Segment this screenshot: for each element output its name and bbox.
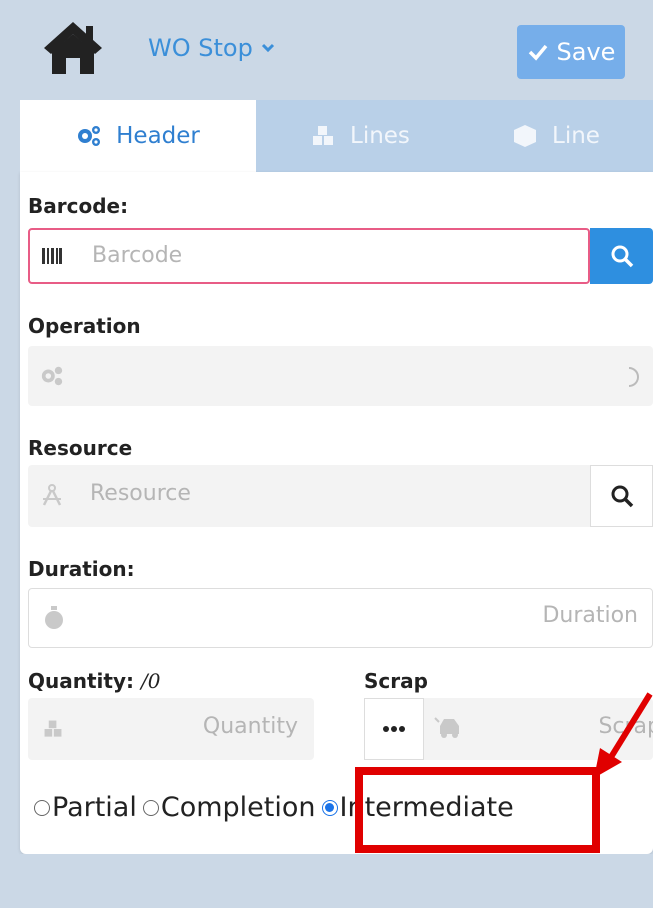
search-icon [611,245,633,268]
quantity-label-text: Quantity: [28,669,134,693]
tab-header[interactable]: Header [20,100,256,172]
radio-button-completion[interactable] [142,799,159,816]
save-button[interactable]: Save [517,25,625,79]
quantity-total: /0 [140,669,161,693]
radio-button-intermediate[interactable] [321,799,338,816]
scrap-label: Scrap [364,669,428,693]
car-crash-icon [434,717,459,738]
duration-placeholder: Duration [542,603,638,628]
tab-header-label: Header [116,123,200,149]
radio-button-partial[interactable] [34,799,50,816]
duration-input[interactable]: Duration [28,588,653,648]
home-icon[interactable] [42,20,104,74]
resource-placeholder: Resource [90,481,191,506]
barcode-search-button[interactable] [590,228,653,284]
loading-spinner-icon [628,367,639,387]
annotation-highlight-box [355,767,600,853]
barcode-label: Barcode: [28,194,129,218]
cube-icon [514,125,536,147]
scrap-options-button[interactable] [364,698,424,760]
tab-lines-label: Lines [350,123,410,149]
chevron-down-icon [261,43,274,53]
check-icon [528,44,547,61]
quantity-input[interactable]: Quantity [28,698,314,760]
quantity-label: Quantity: /0 [28,669,160,693]
resource-search-button[interactable] [590,465,653,527]
radio-completion-label: Completion [160,792,316,823]
page-title-dropdown[interactable]: WO Stop [148,34,275,62]
search-icon [611,485,633,508]
resource-input[interactable]: Resource [28,465,590,527]
cubes-icon [44,720,62,737]
radio-partial[interactable]: Partial [34,792,137,823]
radio-completion[interactable]: Completion [142,792,316,823]
radio-partial-label: Partial [52,792,137,823]
form-panel: Barcode: Barcode Operation Resource Reso… [20,172,653,854]
tab-lines[interactable]: Lines [310,100,410,172]
page-title: WO Stop [148,34,253,62]
stopwatch-icon [45,606,63,629]
annotation-arrow-icon [594,692,653,778]
barcode-input[interactable]: Barcode [28,228,590,284]
barcode-icon [42,248,62,264]
save-button-label: Save [556,38,616,66]
resource-label: Resource [28,436,133,460]
barcode-placeholder: Barcode [92,243,183,268]
operation-label: Operation [28,314,141,338]
ellipsis-icon [383,726,405,732]
cubes-icon [313,126,333,145]
tab-bar: Header Lines Line [20,100,653,172]
operation-select[interactable] [28,346,653,406]
quantity-placeholder: Quantity [202,714,298,739]
compass-icon [42,484,62,506]
duration-label: Duration: [28,557,135,581]
bottom-strip [20,854,653,908]
tab-line-label: Line [552,123,600,149]
tab-line[interactable]: Line [512,100,600,172]
gears-icon [41,366,63,386]
gears-icon [78,126,101,146]
